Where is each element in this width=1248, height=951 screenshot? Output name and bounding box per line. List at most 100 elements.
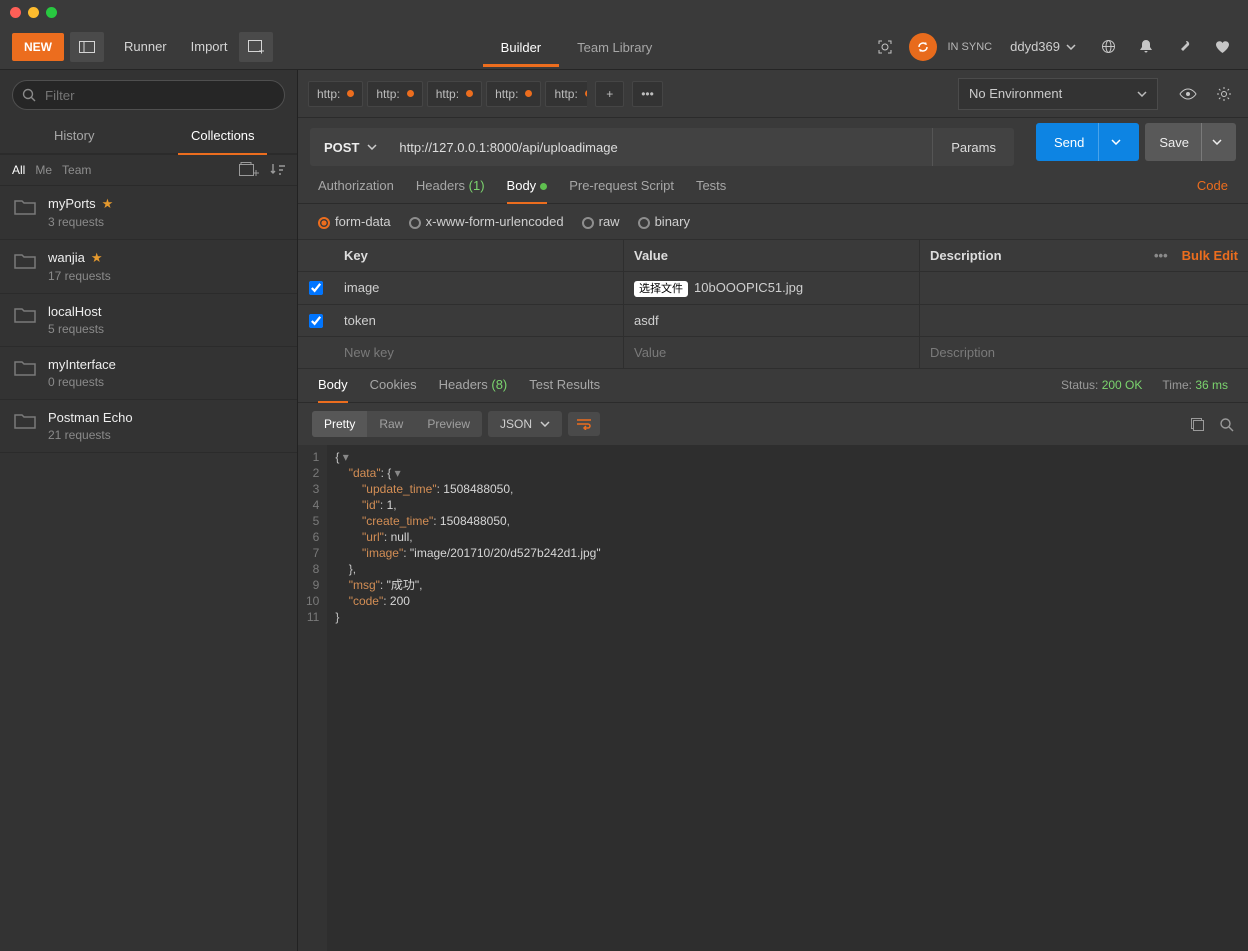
reqtab-authorization[interactable]: Authorization [318, 178, 394, 203]
filter-me[interactable]: Me [35, 163, 52, 177]
maximize-window-icon[interactable] [46, 7, 57, 18]
bell-icon[interactable] [1132, 33, 1160, 61]
environment-select[interactable]: No Environment [958, 78, 1158, 110]
method-select[interactable]: POST [310, 140, 391, 155]
status-label: Status: [1061, 378, 1098, 392]
import-button[interactable]: Import [179, 33, 240, 60]
save-button[interactable]: Save [1145, 123, 1236, 161]
user-dropdown[interactable]: ddyd369 [1002, 34, 1084, 59]
collection-item[interactable]: localHost 5 requests [0, 294, 297, 347]
value-cell[interactable]: asdf [624, 305, 920, 336]
bulk-edit-link[interactable]: Bulk Edit [1182, 248, 1238, 263]
filter-all[interactable]: All [12, 163, 25, 177]
reqtab-tests[interactable]: Tests [696, 178, 726, 203]
window-titlebar [0, 0, 1248, 24]
file-name: 10bOOOPIC51.jpg [694, 280, 803, 295]
desc-cell[interactable] [920, 272, 1248, 304]
save-dropdown-icon[interactable] [1201, 123, 1222, 161]
status-value: 200 OK [1102, 378, 1143, 392]
new-window-button[interactable] [239, 32, 273, 62]
wrench-icon[interactable] [1170, 33, 1198, 61]
sidebar-tab-history[interactable]: History [0, 118, 149, 153]
collection-item[interactable]: Postman Echo21 requests [0, 400, 297, 453]
sort-icon[interactable] [269, 163, 285, 177]
value-cell[interactable]: 选择文件 10bOOOPIC51.jpg [624, 272, 920, 304]
body-type-urlencoded[interactable]: x-www-form-urlencoded [409, 214, 564, 229]
star-icon: ★ [102, 196, 114, 211]
form-row: image 选择文件 10bOOOPIC51.jpg [298, 272, 1248, 305]
url-input[interactable] [391, 140, 932, 155]
view-preview[interactable]: Preview [415, 411, 482, 437]
new-button[interactable]: NEW [12, 33, 64, 61]
close-window-icon[interactable] [10, 7, 21, 18]
resp-tab-tests[interactable]: Test Results [529, 377, 600, 402]
view-pretty[interactable]: Pretty [312, 411, 367, 437]
runner-button[interactable]: Runner [112, 33, 179, 60]
save-label: Save [1159, 135, 1189, 150]
send-dropdown-icon[interactable] [1098, 123, 1121, 161]
collection-item[interactable]: myInterface0 requests [0, 347, 297, 400]
choose-file-button[interactable]: 选择文件 [634, 281, 688, 297]
resp-tab-cookies[interactable]: Cookies [370, 377, 417, 402]
reqtab-headers[interactable]: Headers (1) [416, 178, 485, 203]
resp-tab-body[interactable]: Body [318, 377, 348, 402]
tab-add-button[interactable]: + [595, 81, 624, 107]
key-cell[interactable]: token [334, 305, 624, 336]
response-body[interactable]: 1234567891011 { ▾ "data": { ▾ "update_ti… [298, 445, 1248, 951]
row-checkbox[interactable] [309, 281, 323, 295]
body-type-raw[interactable]: raw [582, 214, 620, 229]
row-checkbox[interactable] [309, 314, 323, 328]
body-type-formdata[interactable]: form-data [318, 214, 391, 229]
tab-overflow-button[interactable]: ••• [632, 81, 663, 107]
minimize-window-icon[interactable] [28, 7, 39, 18]
filter-input[interactable] [12, 80, 285, 110]
tab-team-library[interactable]: Team Library [559, 27, 670, 66]
radio-off-icon [638, 217, 650, 229]
collection-item[interactable]: myPorts★3 requests [0, 186, 297, 240]
request-tab[interactable]: http: [545, 81, 587, 107]
resp-tab-headers[interactable]: Headers (8) [439, 377, 508, 402]
capture-icon[interactable] [871, 33, 899, 61]
key-cell[interactable]: New key [334, 337, 624, 368]
folder-icon [14, 412, 36, 430]
request-tab[interactable]: http: [367, 81, 422, 107]
heart-icon[interactable] [1208, 33, 1236, 61]
sync-icon[interactable] [909, 33, 937, 61]
col-value: Value [624, 240, 920, 271]
body-type-binary[interactable]: binary [638, 214, 690, 229]
filter-team[interactable]: Team [62, 163, 91, 177]
request-tab[interactable]: http: [486, 81, 541, 107]
new-collection-icon[interactable] [239, 162, 259, 178]
reqtab-body[interactable]: Body [507, 178, 548, 203]
desc-cell[interactable]: Description [920, 337, 1248, 368]
view-raw[interactable]: Raw [367, 411, 415, 437]
collection-count: 5 requests [48, 322, 104, 336]
folder-icon [14, 198, 36, 216]
reqtab-prerequest[interactable]: Pre-request Script [569, 178, 674, 203]
wrap-lines-icon[interactable] [568, 412, 600, 436]
toggle-sidebar-button[interactable] [70, 32, 104, 62]
env-settings-icon[interactable] [1210, 80, 1238, 108]
desc-cell[interactable] [920, 305, 1248, 336]
value-cell[interactable]: Value [624, 337, 920, 368]
more-icon[interactable]: ••• [1154, 248, 1168, 263]
send-button[interactable]: Send [1036, 123, 1139, 161]
sidebar-tab-collections[interactable]: Collections [149, 118, 298, 153]
request-tab[interactable]: http: [308, 81, 363, 107]
env-preview-icon[interactable] [1174, 80, 1202, 108]
code-link[interactable]: Code [1197, 178, 1228, 203]
format-select[interactable]: JSON [488, 411, 562, 437]
search-response-icon[interactable] [1219, 417, 1234, 432]
collection-name: localHost [48, 304, 104, 319]
collection-item[interactable]: wanjia★17 requests [0, 240, 297, 294]
key-cell[interactable]: image [334, 272, 624, 304]
tab-builder[interactable]: Builder [483, 27, 559, 66]
search-icon [22, 88, 36, 102]
request-tab[interactable]: http: [427, 81, 482, 107]
globe-icon[interactable] [1094, 33, 1122, 61]
body-changed-indicator-icon [540, 183, 547, 190]
copy-icon[interactable] [1190, 417, 1205, 432]
sync-label: IN SYNC [947, 41, 992, 53]
params-button[interactable]: Params [932, 128, 1014, 166]
collection-name: wanjia★ [48, 250, 111, 266]
